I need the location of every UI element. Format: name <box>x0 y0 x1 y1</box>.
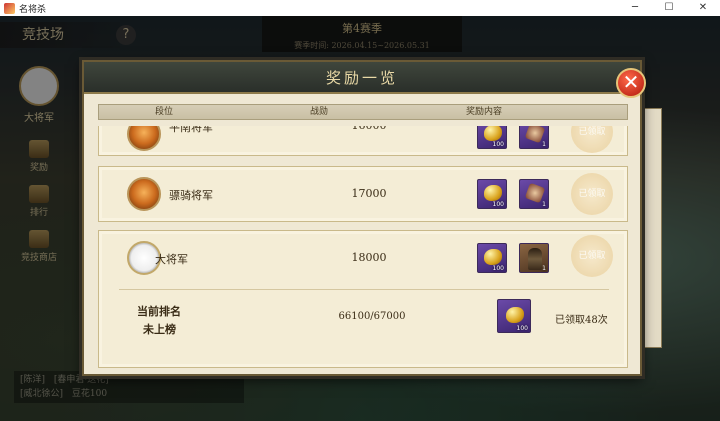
dialog-title: 奖励一览 <box>84 62 640 94</box>
gold-ingot-item[interactable]: 100 <box>477 243 507 273</box>
combat-value: 18000 <box>351 251 387 264</box>
divider <box>119 289 609 290</box>
item-slot[interactable]: 1 <box>519 126 549 149</box>
gold-ingot-item[interactable]: 100 <box>477 126 507 149</box>
reward-list[interactable]: 平南将军 16000 100 1 已领取 骠骑将军 17000 100 <box>98 126 628 372</box>
rank-title: 平南将军 <box>169 126 213 134</box>
close-window-button[interactable]: ✕ <box>686 0 720 16</box>
combat-value: 17000 <box>351 187 387 200</box>
window-titlebar: 名将杀 ─ ☐ ✕ <box>0 0 720 16</box>
rank-title: 大将军 <box>155 253 188 266</box>
claimed-badge: 已领取 <box>571 235 613 277</box>
combat-progress: 66100/67000 <box>338 311 406 322</box>
general-card-item[interactable]: 1 <box>519 243 549 273</box>
close-icon[interactable]: ✕ <box>616 68 646 98</box>
game-viewport: 竞技场 ? 第4赛季 赛季时间: 2026.04.15~2026.05.31 大… <box>0 16 720 421</box>
column-header-rank: 段位 <box>154 107 173 117</box>
gold-ingot-item[interactable]: 100 <box>477 179 507 209</box>
rank-emblem <box>127 177 161 211</box>
rank-emblem <box>127 126 161 151</box>
reward-row-current: 大将军 18000 100 1 已领取 当前排名 未上榜 66100/67000… <box>98 230 628 368</box>
item-slot[interactable]: 1 <box>519 179 549 209</box>
minimize-button[interactable]: ─ <box>618 0 652 16</box>
window-title: 名将杀 <box>19 4 47 15</box>
current-rank-status: 未上榜 <box>143 323 176 336</box>
gold-ingot-item[interactable]: 100 <box>497 299 531 333</box>
maximize-button[interactable]: ☐ <box>652 0 686 16</box>
claimed-badge: 已领取 <box>571 173 613 215</box>
claim-count: 已领取48次 <box>555 315 608 326</box>
column-header-rewards: 奖励内容 <box>465 107 502 117</box>
column-headers: 段位 战勋 奖励内容 <box>98 104 628 120</box>
reward-row: 平南将军 16000 100 1 已领取 <box>98 126 628 156</box>
current-rank-label: 当前排名 <box>137 305 181 318</box>
rewards-dialog: 奖励一览 ✕ 段位 战勋 奖励内容 平南将军 16000 100 1 已领取 <box>82 60 646 376</box>
background-panel-edge <box>644 108 662 348</box>
rank-title: 骠骑将军 <box>169 189 213 202</box>
column-header-combat: 战勋 <box>309 107 328 117</box>
claimed-badge: 已领取 <box>571 126 613 153</box>
reward-row: 骠骑将军 17000 100 1 已领取 <box>98 166 628 222</box>
app-icon <box>4 2 15 14</box>
combat-value: 16000 <box>329 126 409 132</box>
